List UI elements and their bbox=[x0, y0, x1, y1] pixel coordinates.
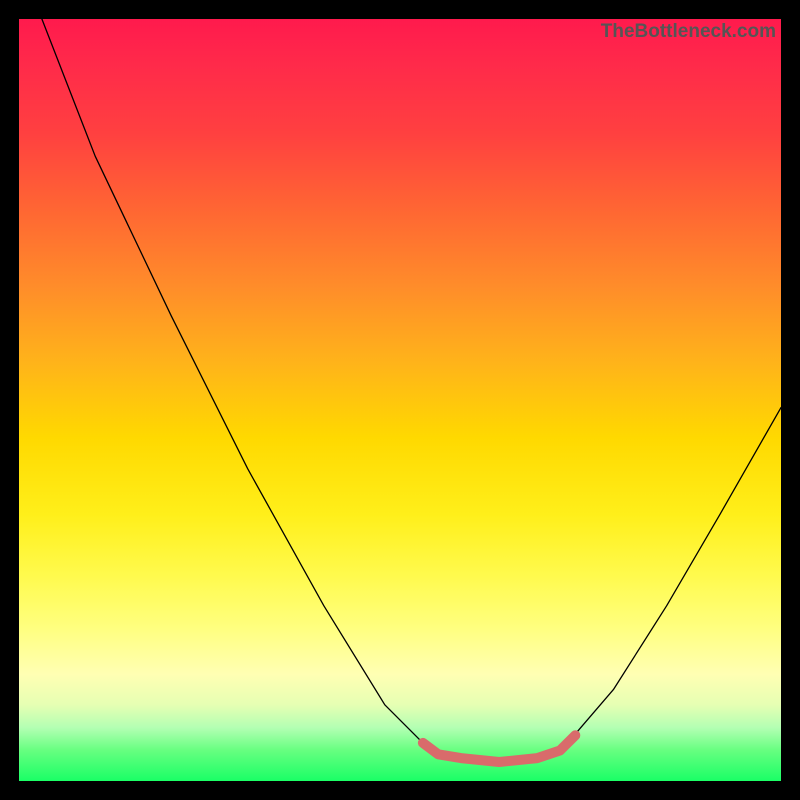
bottleneck-curve bbox=[42, 19, 781, 762]
optimal-zone-marker bbox=[423, 735, 575, 762]
plot-area: TheBottleneck.com bbox=[19, 19, 781, 781]
chart-svg bbox=[19, 19, 781, 781]
watermark-text: TheBottleneck.com bbox=[601, 21, 776, 43]
chart-container: TheBottleneck.com bbox=[0, 0, 800, 800]
